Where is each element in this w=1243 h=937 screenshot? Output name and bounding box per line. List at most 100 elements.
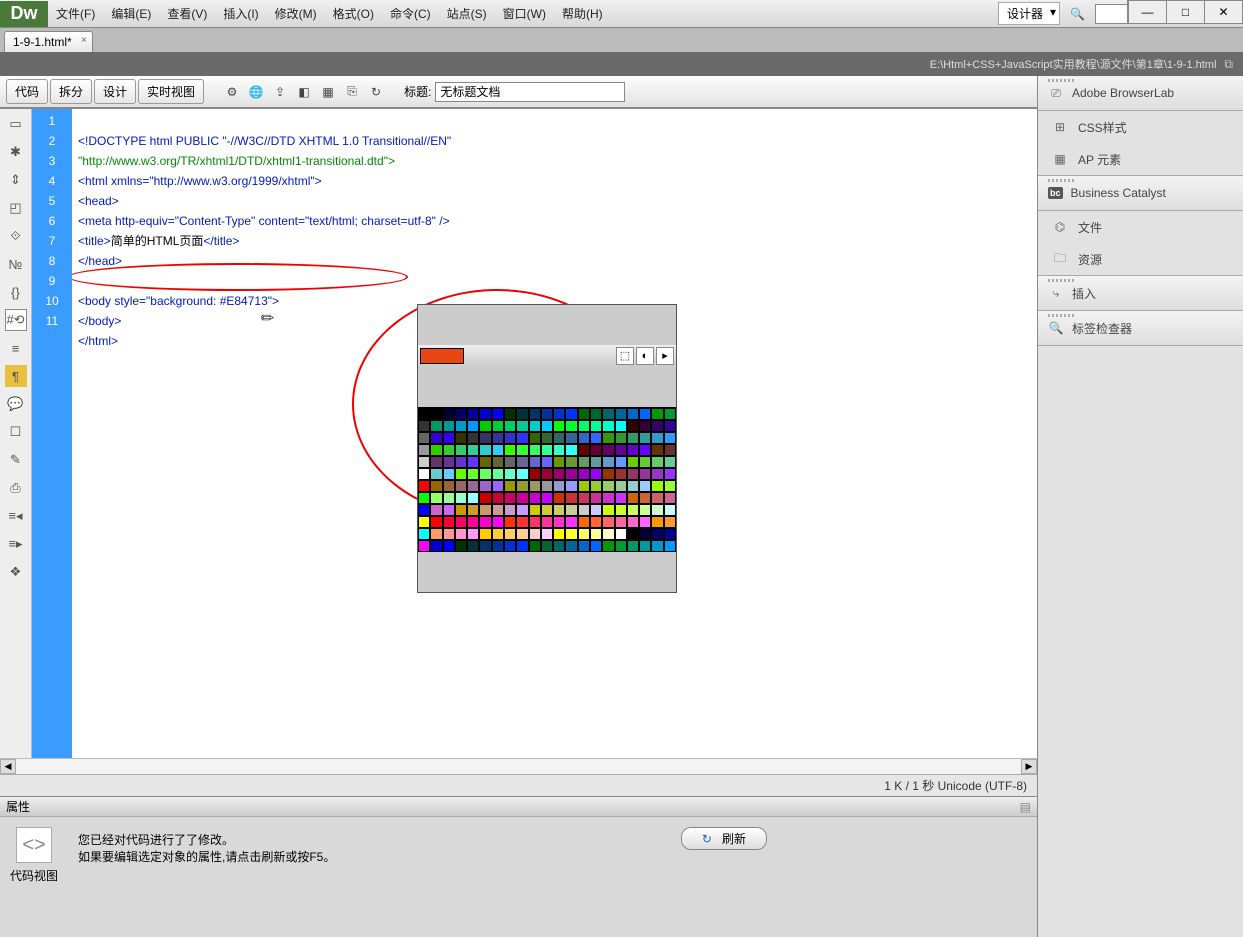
color-swatch[interactable]	[492, 444, 504, 456]
menu-item[interactable]: 窗口(W)	[495, 5, 554, 22]
open-docs-icon[interactable]: ▭	[5, 113, 27, 135]
panel-insert[interactable]: ⤷插入	[1038, 276, 1243, 310]
color-swatch[interactable]	[565, 420, 577, 432]
color-swatch[interactable]	[418, 492, 430, 504]
color-swatch[interactable]	[479, 420, 491, 432]
color-swatch[interactable]	[455, 516, 467, 528]
color-swatch[interactable]	[664, 432, 676, 444]
color-swatch[interactable]	[430, 432, 442, 444]
panel-assets[interactable]: 🗀资源	[1038, 243, 1243, 275]
color-swatch[interactable]	[455, 504, 467, 516]
color-swatch[interactable]	[602, 468, 614, 480]
color-swatch[interactable]	[627, 528, 639, 540]
color-swatch[interactable]	[639, 408, 651, 420]
menu-item[interactable]: 文件(F)	[48, 5, 103, 22]
color-swatch[interactable]	[541, 432, 553, 444]
color-swatch[interactable]	[479, 492, 491, 504]
color-swatch[interactable]	[664, 528, 676, 540]
color-swatch[interactable]	[664, 444, 676, 456]
check-icon[interactable]: ▦	[318, 82, 338, 102]
color-swatch[interactable]	[529, 432, 541, 444]
color-swatch[interactable]	[565, 540, 577, 552]
color-swatch[interactable]	[578, 456, 590, 468]
menu-item[interactable]: 修改(M)	[267, 5, 325, 22]
menu-item[interactable]: 帮助(H)	[554, 5, 611, 22]
color-swatch[interactable]	[418, 420, 430, 432]
color-swatch[interactable]	[541, 420, 553, 432]
color-swatch[interactable]	[479, 504, 491, 516]
color-swatch[interactable]	[479, 540, 491, 552]
menu-item[interactable]: 格式(O)	[325, 5, 382, 22]
color-swatch[interactable]	[590, 408, 602, 420]
color-swatch[interactable]	[418, 504, 430, 516]
color-swatch[interactable]	[639, 432, 651, 444]
live-code-icon[interactable]: ⚙	[222, 82, 242, 102]
color-swatch[interactable]	[565, 492, 577, 504]
color-swatch[interactable]	[553, 468, 565, 480]
color-swatch[interactable]	[418, 480, 430, 492]
color-swatch[interactable]	[627, 504, 639, 516]
color-swatch[interactable]	[553, 504, 565, 516]
color-swatch[interactable]	[615, 516, 627, 528]
color-swatch[interactable]	[516, 444, 528, 456]
color-swatch[interactable]	[418, 516, 430, 528]
tab-close-icon[interactable]: ×	[81, 35, 87, 46]
color-swatch[interactable]	[627, 540, 639, 552]
color-swatch[interactable]	[455, 408, 467, 420]
color-swatch[interactable]	[664, 492, 676, 504]
color-swatch[interactable]	[615, 456, 627, 468]
color-swatch[interactable]	[553, 492, 565, 504]
balance-icon[interactable]: ⟐	[5, 225, 27, 247]
color-swatch[interactable]	[467, 516, 479, 528]
color-swatch[interactable]	[455, 444, 467, 456]
color-swatch[interactable]	[529, 408, 541, 420]
select-parent-icon[interactable]: ◰	[5, 197, 27, 219]
color-swatch[interactable]	[430, 528, 442, 540]
color-swatch[interactable]	[651, 492, 663, 504]
color-swatch[interactable]	[565, 444, 577, 456]
refresh-icon[interactable]: ↻	[366, 82, 386, 102]
color-swatch[interactable]	[615, 408, 627, 420]
color-swatch[interactable]	[492, 504, 504, 516]
color-swatch[interactable]	[578, 408, 590, 420]
system-picker-icon[interactable]: ◐	[636, 347, 654, 365]
panel-ap-elements[interactable]: ▦AP 元素	[1038, 143, 1243, 175]
color-swatch[interactable]	[615, 528, 627, 540]
color-swatch[interactable]	[504, 444, 516, 456]
indent-left-icon[interactable]: ≡◂	[5, 505, 27, 527]
color-swatch[interactable]	[590, 528, 602, 540]
panel-tag-inspector[interactable]: 🔍标签检查器	[1038, 311, 1243, 345]
color-swatch[interactable]	[627, 432, 639, 444]
color-swatch[interactable]	[418, 408, 430, 420]
color-swatch[interactable]	[615, 444, 627, 456]
color-swatch[interactable]	[467, 432, 479, 444]
color-swatch[interactable]	[541, 456, 553, 468]
panel-browserlab[interactable]: ⎚Adobe BrowserLab	[1038, 76, 1243, 110]
color-swatch[interactable]	[443, 540, 455, 552]
window-maximize[interactable]: □	[1166, 1, 1204, 23]
color-swatch[interactable]	[492, 528, 504, 540]
color-swatch[interactable]	[430, 468, 442, 480]
color-swatch[interactable]	[492, 408, 504, 420]
color-swatch[interactable]	[541, 504, 553, 516]
color-swatch[interactable]	[430, 456, 442, 468]
color-swatch[interactable]	[467, 468, 479, 480]
color-swatch[interactable]	[467, 420, 479, 432]
more-colors-icon[interactable]: ▸	[656, 347, 674, 365]
color-swatch[interactable]	[651, 456, 663, 468]
color-swatch[interactable]	[602, 516, 614, 528]
color-swatch[interactable]	[590, 492, 602, 504]
horizontal-scrollbar[interactable]: ◀▶	[0, 758, 1037, 774]
panel-business-catalyst[interactable]: bcBusiness Catalyst	[1038, 176, 1243, 210]
color-swatch[interactable]	[627, 408, 639, 420]
color-swatch[interactable]	[504, 492, 516, 504]
color-swatch[interactable]	[639, 456, 651, 468]
color-swatch[interactable]	[602, 480, 614, 492]
upload-icon[interactable]: ⇪	[270, 82, 290, 102]
color-swatch[interactable]	[639, 528, 651, 540]
color-swatch[interactable]	[602, 420, 614, 432]
window-close[interactable]: ✕	[1204, 1, 1242, 23]
color-swatch[interactable]	[418, 468, 430, 480]
color-swatch[interactable]	[516, 480, 528, 492]
color-swatch[interactable]	[565, 432, 577, 444]
